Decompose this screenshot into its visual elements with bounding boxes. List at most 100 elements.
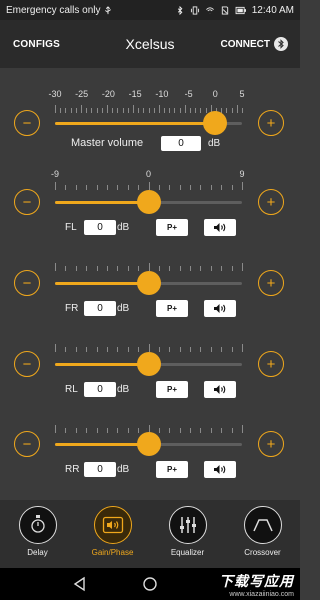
tick: [169, 185, 171, 190]
fl-gain-slider[interactable]: [55, 190, 242, 214]
tick: [127, 266, 129, 271]
rl-plus-button[interactable]: +: [258, 351, 284, 377]
scale-label: 0: [212, 89, 218, 99]
tick: [158, 347, 160, 352]
rr-preset-button[interactable]: P+: [156, 461, 188, 478]
tick: [86, 185, 88, 190]
tick: [106, 347, 108, 352]
master-volume-unit: dB: [208, 138, 221, 149]
tick: [65, 428, 67, 433]
rr-minus-button[interactable]: −: [14, 431, 40, 457]
fr-value[interactable]: 0: [84, 301, 116, 316]
tab-equalizer[interactable]: Equalizer: [150, 506, 225, 557]
tick-marks: [55, 263, 243, 271]
tick: [205, 108, 207, 113]
tick: [158, 266, 160, 271]
rr-gain-slider[interactable]: [55, 432, 242, 456]
master-minus-button[interactable]: −: [14, 110, 40, 136]
tab-delay[interactable]: Delay: [0, 506, 75, 557]
tick: [65, 108, 67, 113]
rr-plus-button[interactable]: +: [258, 431, 284, 457]
scale-label: 5: [239, 89, 245, 99]
tick: [210, 266, 212, 271]
tab-gain-phase[interactable]: Gain/Phase: [75, 506, 150, 557]
fr-preset-button[interactable]: P+: [156, 300, 188, 317]
tick: [200, 266, 202, 271]
tick: [96, 266, 98, 271]
tick: [231, 185, 233, 190]
battery-icon: [235, 6, 246, 14]
connect-button[interactable]: CONNECT: [221, 37, 288, 51]
fl-preset-button[interactable]: P+: [156, 219, 188, 236]
tick: [210, 347, 212, 352]
vibrate-icon: [190, 5, 199, 15]
rl-gain-slider[interactable]: [55, 352, 242, 376]
tick: [117, 108, 119, 113]
tick: [195, 108, 197, 113]
tick-marks: [55, 344, 243, 352]
master-volume-label: Master volume: [71, 137, 144, 149]
fr-speaker-button[interactable]: [204, 300, 236, 317]
slider-thumb[interactable]: [203, 111, 228, 135]
back-icon[interactable]: [72, 576, 88, 592]
status-text: Emergency calls only: [6, 4, 101, 16]
slider-thumb[interactable]: [136, 352, 161, 376]
tick: [65, 185, 67, 190]
tick: [221, 347, 223, 352]
fr-plus-button[interactable]: +: [258, 270, 284, 296]
tick: [60, 108, 62, 113]
rr-label: RR: [65, 464, 80, 475]
tick: [242, 425, 243, 433]
rl-value[interactable]: 0: [84, 382, 116, 397]
slider-fill: [55, 362, 149, 366]
master-plus-button[interactable]: +: [258, 110, 284, 136]
tick: [112, 108, 114, 113]
rl-label: RL: [65, 384, 78, 395]
rr-speaker-button[interactable]: [204, 461, 236, 478]
tick: [158, 105, 160, 113]
tick: [200, 185, 202, 190]
scale-label: -25: [75, 89, 89, 99]
tick: [117, 428, 119, 433]
delay-icon: [18, 506, 57, 544]
tab-crossover[interactable]: Crossover: [225, 506, 300, 557]
fr-minus-button[interactable]: −: [14, 270, 40, 296]
watermark-title: 下载写应用: [219, 572, 294, 589]
tick: [231, 347, 233, 352]
tick: [174, 108, 176, 113]
scale-label: -20: [101, 89, 115, 99]
fr-gain-slider[interactable]: [55, 271, 242, 295]
scale-label: 9: [239, 169, 245, 179]
tick: [179, 347, 181, 352]
tick: [221, 185, 223, 190]
status-bar: Emergency calls only 12:40 AM: [0, 0, 300, 20]
tick: [138, 108, 140, 113]
tick: [226, 108, 228, 113]
slider-fill: [55, 121, 216, 125]
master-volume-slider[interactable]: [55, 111, 242, 135]
fr-label: FR: [65, 303, 79, 314]
rr-value[interactable]: 0: [84, 462, 116, 477]
fl-value[interactable]: 0: [84, 220, 116, 235]
home-icon[interactable]: [142, 576, 158, 592]
rl-speaker-button[interactable]: [204, 381, 236, 398]
fl-plus-button[interactable]: +: [258, 189, 284, 215]
slider-thumb[interactable]: [136, 190, 161, 214]
bluetooth-status-icon: [177, 5, 183, 15]
tick: [117, 185, 119, 190]
configs-button[interactable]: CONFIGS: [13, 39, 60, 50]
watermark-url: www.xiazaiiniao.com: [229, 590, 294, 598]
fl-minus-button[interactable]: −: [14, 189, 40, 215]
slider-thumb[interactable]: [136, 432, 161, 456]
master-volume-value[interactable]: 0: [161, 136, 201, 151]
tick: [75, 266, 77, 271]
slider-thumb[interactable]: [136, 271, 161, 295]
fl-speaker-button[interactable]: [204, 219, 236, 236]
rl-minus-button[interactable]: −: [14, 351, 40, 377]
tick: [169, 266, 171, 271]
tab-label: Delay: [27, 548, 48, 557]
tick: [70, 108, 72, 113]
scale-label: -10: [155, 89, 169, 99]
rl-preset-button[interactable]: P+: [156, 381, 188, 398]
tick: [179, 185, 181, 190]
